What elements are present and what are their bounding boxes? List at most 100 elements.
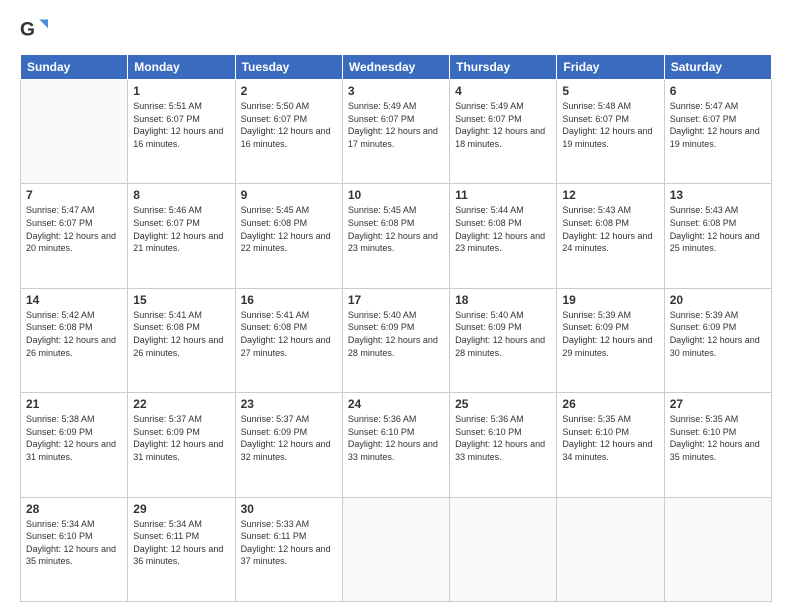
day-cell: 21 Sunrise: 5:38 AMSunset: 6:09 PMDayligh… xyxy=(21,393,128,497)
day-number: 8 xyxy=(133,188,229,202)
day-info: Sunrise: 5:41 AMSunset: 6:08 PMDaylight:… xyxy=(241,309,337,359)
day-number: 25 xyxy=(455,397,551,411)
day-cell: 20Sunrise: 5:39 AMSunset: 6:09 PMDayligh… xyxy=(664,288,771,392)
week-row-1: 1 Sunrise: 5:51 AMSunset: 6:07 PMDaylight… xyxy=(21,80,772,184)
day-info: Sunrise: 5:49 AMSunset: 6:07 PMDaylight:… xyxy=(455,100,551,150)
day-info: Sunrise: 5:48 AMSunset: 6:07 PMDaylight:… xyxy=(562,100,658,150)
week-row-4: 21 Sunrise: 5:38 AMSunset: 6:09 PMDayligh… xyxy=(21,393,772,497)
day-info: Sunrise: 5:34 AMSunset: 6:10 PMDaylight:… xyxy=(26,518,122,568)
week-row-3: 14 Sunrise: 5:42 AMSunset: 6:08 PMDayligh… xyxy=(21,288,772,392)
header-cell-friday: Friday xyxy=(557,55,664,80)
calendar-table: SundayMondayTuesdayWednesdayThursdayFrid… xyxy=(20,54,772,602)
day-cell: 14 Sunrise: 5:42 AMSunset: 6:08 PMDayligh… xyxy=(21,288,128,392)
day-number: 26 xyxy=(562,397,658,411)
header-cell-monday: Monday xyxy=(128,55,235,80)
day-number: 28 xyxy=(26,502,122,516)
day-info: Sunrise: 5:49 AMSunset: 6:07 PMDaylight:… xyxy=(348,100,444,150)
week-row-2: 7Sunrise: 5:47 AMSunset: 6:07 PMDaylight… xyxy=(21,184,772,288)
day-number: 10 xyxy=(348,188,444,202)
header-cell-tuesday: Tuesday xyxy=(235,55,342,80)
day-info: Sunrise: 5:42 AMSunset: 6:08 PMDaylight:… xyxy=(26,309,122,359)
day-cell: 27 Sunrise: 5:35 AMSunset: 6:10 PMDayligh… xyxy=(664,393,771,497)
day-cell: 19 Sunrise: 5:39 AMSunset: 6:09 PMDayligh… xyxy=(557,288,664,392)
day-cell xyxy=(21,80,128,184)
day-cell: 30Sunrise: 5:33 AMSunset: 6:11 PMDayligh… xyxy=(235,497,342,601)
day-number: 14 xyxy=(26,293,122,307)
day-info: Sunrise: 5:38 AMSunset: 6:09 PMDaylight:… xyxy=(26,413,122,463)
page: G SundayMondayTuesdayWednesdayThursdayFr… xyxy=(0,0,792,612)
day-cell: 6 Sunrise: 5:47 AMSunset: 6:07 PMDaylight… xyxy=(664,80,771,184)
day-number: 24 xyxy=(348,397,444,411)
day-number: 12 xyxy=(562,188,658,202)
day-cell: 3 Sunrise: 5:49 AMSunset: 6:07 PMDaylight… xyxy=(342,80,449,184)
day-info: Sunrise: 5:35 AMSunset: 6:10 PMDaylight:… xyxy=(562,413,658,463)
day-info: Sunrise: 5:40 AMSunset: 6:09 PMDaylight:… xyxy=(455,309,551,359)
day-info: Sunrise: 5:40 AMSunset: 6:09 PMDaylight:… xyxy=(348,309,444,359)
day-cell: 2 Sunrise: 5:50 AMSunset: 6:07 PMDaylight… xyxy=(235,80,342,184)
day-number: 27 xyxy=(670,397,766,411)
day-cell: 18 Sunrise: 5:40 AMSunset: 6:09 PMDayligh… xyxy=(450,288,557,392)
day-info: Sunrise: 5:50 AMSunset: 6:07 PMDaylight:… xyxy=(241,100,337,150)
day-cell xyxy=(342,497,449,601)
day-info: Sunrise: 5:46 AMSunset: 6:07 PMDaylight:… xyxy=(133,204,229,254)
day-cell: 12 Sunrise: 5:43 AMSunset: 6:08 PMDayligh… xyxy=(557,184,664,288)
day-cell: 13 Sunrise: 5:43 AMSunset: 6:08 PMDayligh… xyxy=(664,184,771,288)
day-cell: 17 Sunrise: 5:40 AMSunset: 6:09 PMDayligh… xyxy=(342,288,449,392)
day-cell: 5 Sunrise: 5:48 AMSunset: 6:07 PMDaylight… xyxy=(557,80,664,184)
day-info: Sunrise: 5:36 AMSunset: 6:10 PMDaylight:… xyxy=(348,413,444,463)
day-cell: 7Sunrise: 5:47 AMSunset: 6:07 PMDaylight… xyxy=(21,184,128,288)
day-number: 18 xyxy=(455,293,551,307)
day-info: Sunrise: 5:43 AMSunset: 6:08 PMDaylight:… xyxy=(562,204,658,254)
day-info: Sunrise: 5:35 AMSunset: 6:10 PMDaylight:… xyxy=(670,413,766,463)
day-number: 23 xyxy=(241,397,337,411)
day-cell: 22Sunrise: 5:37 AMSunset: 6:09 PMDayligh… xyxy=(128,393,235,497)
header-cell-thursday: Thursday xyxy=(450,55,557,80)
day-number: 5 xyxy=(562,84,658,98)
day-cell xyxy=(557,497,664,601)
day-info: Sunrise: 5:36 AMSunset: 6:10 PMDaylight:… xyxy=(455,413,551,463)
day-cell: 24 Sunrise: 5:36 AMSunset: 6:10 PMDayligh… xyxy=(342,393,449,497)
day-info: Sunrise: 5:51 AMSunset: 6:07 PMDaylight:… xyxy=(133,100,229,150)
day-number: 6 xyxy=(670,84,766,98)
day-number: 21 xyxy=(26,397,122,411)
day-info: Sunrise: 5:47 AMSunset: 6:07 PMDaylight:… xyxy=(670,100,766,150)
day-info: Sunrise: 5:45 AMSunset: 6:08 PMDaylight:… xyxy=(348,204,444,254)
logo: G xyxy=(20,16,52,44)
day-number: 15 xyxy=(133,293,229,307)
day-info: Sunrise: 5:41 AMSunset: 6:08 PMDaylight:… xyxy=(133,309,229,359)
day-number: 1 xyxy=(133,84,229,98)
day-info: Sunrise: 5:45 AMSunset: 6:08 PMDaylight:… xyxy=(241,204,337,254)
day-cell: 9 Sunrise: 5:45 AMSunset: 6:08 PMDaylight… xyxy=(235,184,342,288)
day-number: 17 xyxy=(348,293,444,307)
day-number: 4 xyxy=(455,84,551,98)
day-number: 19 xyxy=(562,293,658,307)
header-row: SundayMondayTuesdayWednesdayThursdayFrid… xyxy=(21,55,772,80)
day-number: 16 xyxy=(241,293,337,307)
day-cell: 28 Sunrise: 5:34 AMSunset: 6:10 PMDayligh… xyxy=(21,497,128,601)
day-number: 2 xyxy=(241,84,337,98)
day-cell: 8 Sunrise: 5:46 AMSunset: 6:07 PMDaylight… xyxy=(128,184,235,288)
day-cell: 25 Sunrise: 5:36 AMSunset: 6:10 PMDayligh… xyxy=(450,393,557,497)
day-cell: 16 Sunrise: 5:41 AMSunset: 6:08 PMDayligh… xyxy=(235,288,342,392)
day-number: 3 xyxy=(348,84,444,98)
day-cell: 11Sunrise: 5:44 AMSunset: 6:08 PMDayligh… xyxy=(450,184,557,288)
day-cell xyxy=(664,497,771,601)
day-info: Sunrise: 5:34 AMSunset: 6:11 PMDaylight:… xyxy=(133,518,229,568)
day-info: Sunrise: 5:39 AMSunset: 6:09 PMDaylight:… xyxy=(670,309,766,359)
day-info: Sunrise: 5:39 AMSunset: 6:09 PMDaylight:… xyxy=(562,309,658,359)
day-number: 9 xyxy=(241,188,337,202)
day-cell: 10 Sunrise: 5:45 AMSunset: 6:08 PMDayligh… xyxy=(342,184,449,288)
svg-text:G: G xyxy=(20,19,35,40)
day-info: Sunrise: 5:37 AMSunset: 6:09 PMDaylight:… xyxy=(241,413,337,463)
day-cell xyxy=(450,497,557,601)
day-cell: 15 Sunrise: 5:41 AMSunset: 6:08 PMDayligh… xyxy=(128,288,235,392)
day-number: 7 xyxy=(26,188,122,202)
day-number: 29 xyxy=(133,502,229,516)
day-number: 13 xyxy=(670,188,766,202)
logo-icon: G xyxy=(20,16,48,44)
header-cell-wednesday: Wednesday xyxy=(342,55,449,80)
header-cell-saturday: Saturday xyxy=(664,55,771,80)
day-cell: 1 Sunrise: 5:51 AMSunset: 6:07 PMDaylight… xyxy=(128,80,235,184)
header-cell-sunday: Sunday xyxy=(21,55,128,80)
day-info: Sunrise: 5:43 AMSunset: 6:08 PMDaylight:… xyxy=(670,204,766,254)
